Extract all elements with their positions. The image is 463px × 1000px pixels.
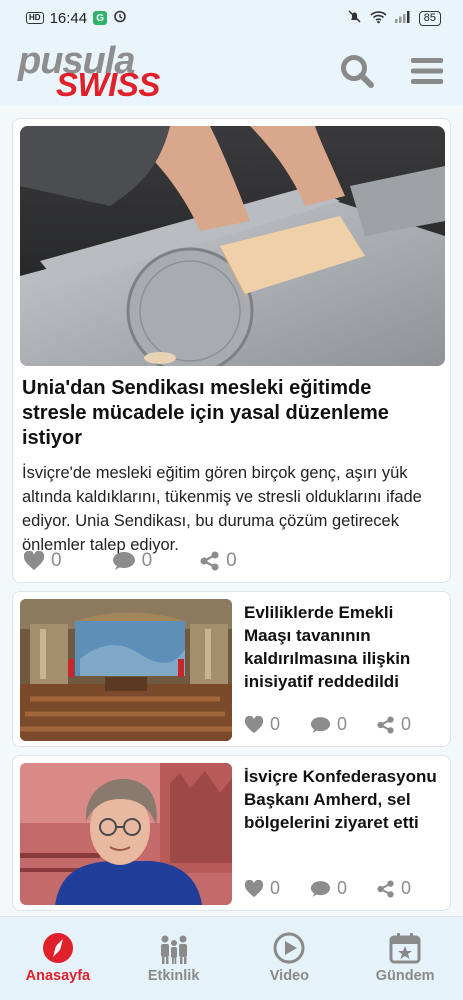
nav-label: Video [269, 968, 309, 984]
hamburger-menu-icon [411, 58, 443, 84]
share-icon [377, 879, 394, 898]
article-card[interactable]: Evliliklerde Emekli Maaşı tavanının kald… [12, 591, 451, 747]
article-stats: 0 0 0 [23, 550, 261, 572]
play-circle-icon [273, 932, 305, 964]
nav-label: Anasayfa [25, 968, 91, 984]
nav-gundem[interactable]: Gündem [355, 931, 455, 984]
pusula-swiss-logo[interactable]: pusula SWISS [18, 40, 168, 102]
comment-icon [112, 552, 135, 570]
like-count: 0 [270, 714, 281, 734]
comment-icon [310, 716, 331, 733]
article-title[interactable]: Unia'dan Sendikası mesleki eğitimde stre… [22, 376, 441, 451]
calendar-star-icon [389, 933, 421, 964]
comment-count: 0 [337, 878, 348, 898]
signal-icon [394, 10, 411, 26]
nav-anasayfa[interactable]: Anasayfa [8, 931, 108, 984]
share-icon [200, 551, 219, 571]
article-image-table-saw[interactable] [20, 126, 445, 366]
like-count: 0 [270, 878, 281, 898]
hd-indicator: HD [26, 12, 44, 24]
article-stats: 0 0 0 [244, 714, 411, 735]
share-count: 0 [401, 714, 412, 734]
menu-button[interactable] [409, 53, 445, 89]
comment-button[interactable]: 0 [310, 878, 347, 899]
heart-icon [244, 715, 264, 733]
compass-icon [42, 933, 73, 963]
share-button[interactable]: 0 [200, 550, 237, 572]
comment-count: 0 [141, 550, 153, 571]
article-title[interactable]: İsviçre Konfederasyonu Başkanı Amherd, s… [244, 765, 443, 834]
share-button[interactable]: 0 [377, 714, 411, 735]
battery-indicator: 85 [418, 10, 441, 26]
nav-label: Etkinlik [147, 968, 200, 984]
wifi-icon [370, 10, 387, 27]
heart-icon [244, 879, 264, 897]
g-app-icon: G [93, 11, 108, 25]
nav-label: Gündem [375, 968, 435, 984]
comment-button[interactable]: 0 [112, 550, 153, 572]
article-card-featured[interactable]: Unia'dan Sendikası mesleki eğitimde stre… [12, 118, 451, 583]
share-icon [377, 715, 394, 734]
status-bar: HD 16:44 G 85 [0, 0, 463, 36]
people-icon [160, 935, 187, 964]
article-stats: 0 0 0 [244, 878, 411, 899]
like-count: 0 [51, 550, 62, 571]
search-icon [341, 55, 374, 88]
comment-count: 0 [337, 714, 348, 734]
mute-icon [347, 9, 362, 27]
nav-etkinlik[interactable]: Etkinlik [124, 931, 224, 984]
search-button[interactable] [339, 53, 375, 89]
like-button[interactable]: 0 [244, 878, 280, 899]
news-feed: Unia'dan Sendikası mesleki eğitimde stre… [12, 118, 451, 919]
comment-icon [310, 880, 331, 897]
status-time: 16:44 [49, 9, 88, 27]
logo-text-bottom: SWISS [56, 66, 160, 103]
like-button[interactable]: 0 [23, 550, 62, 572]
article-image-parliament[interactable] [20, 599, 232, 741]
nav-video[interactable]: Video [239, 931, 339, 984]
bottom-navigation: Anasayfa Etkinlik Video Gündem [0, 916, 463, 1000]
article-image-amherd[interactable] [20, 763, 232, 905]
article-title[interactable]: Evliliklerde Emekli Maaşı tavanının kald… [244, 601, 443, 693]
share-count: 0 [401, 878, 412, 898]
article-summary: İsviçre'de mesleki eğitim gören birçok g… [22, 464, 422, 554]
like-button[interactable]: 0 [244, 714, 280, 735]
alarm-icon [113, 9, 127, 27]
article-card[interactable]: İsviçre Konfederasyonu Başkanı Amherd, s… [12, 755, 451, 911]
share-count: 0 [226, 550, 237, 571]
app-header: pusula SWISS [0, 36, 463, 106]
share-button[interactable]: 0 [377, 878, 411, 899]
comment-button[interactable]: 0 [310, 714, 347, 735]
heart-icon [23, 551, 45, 571]
